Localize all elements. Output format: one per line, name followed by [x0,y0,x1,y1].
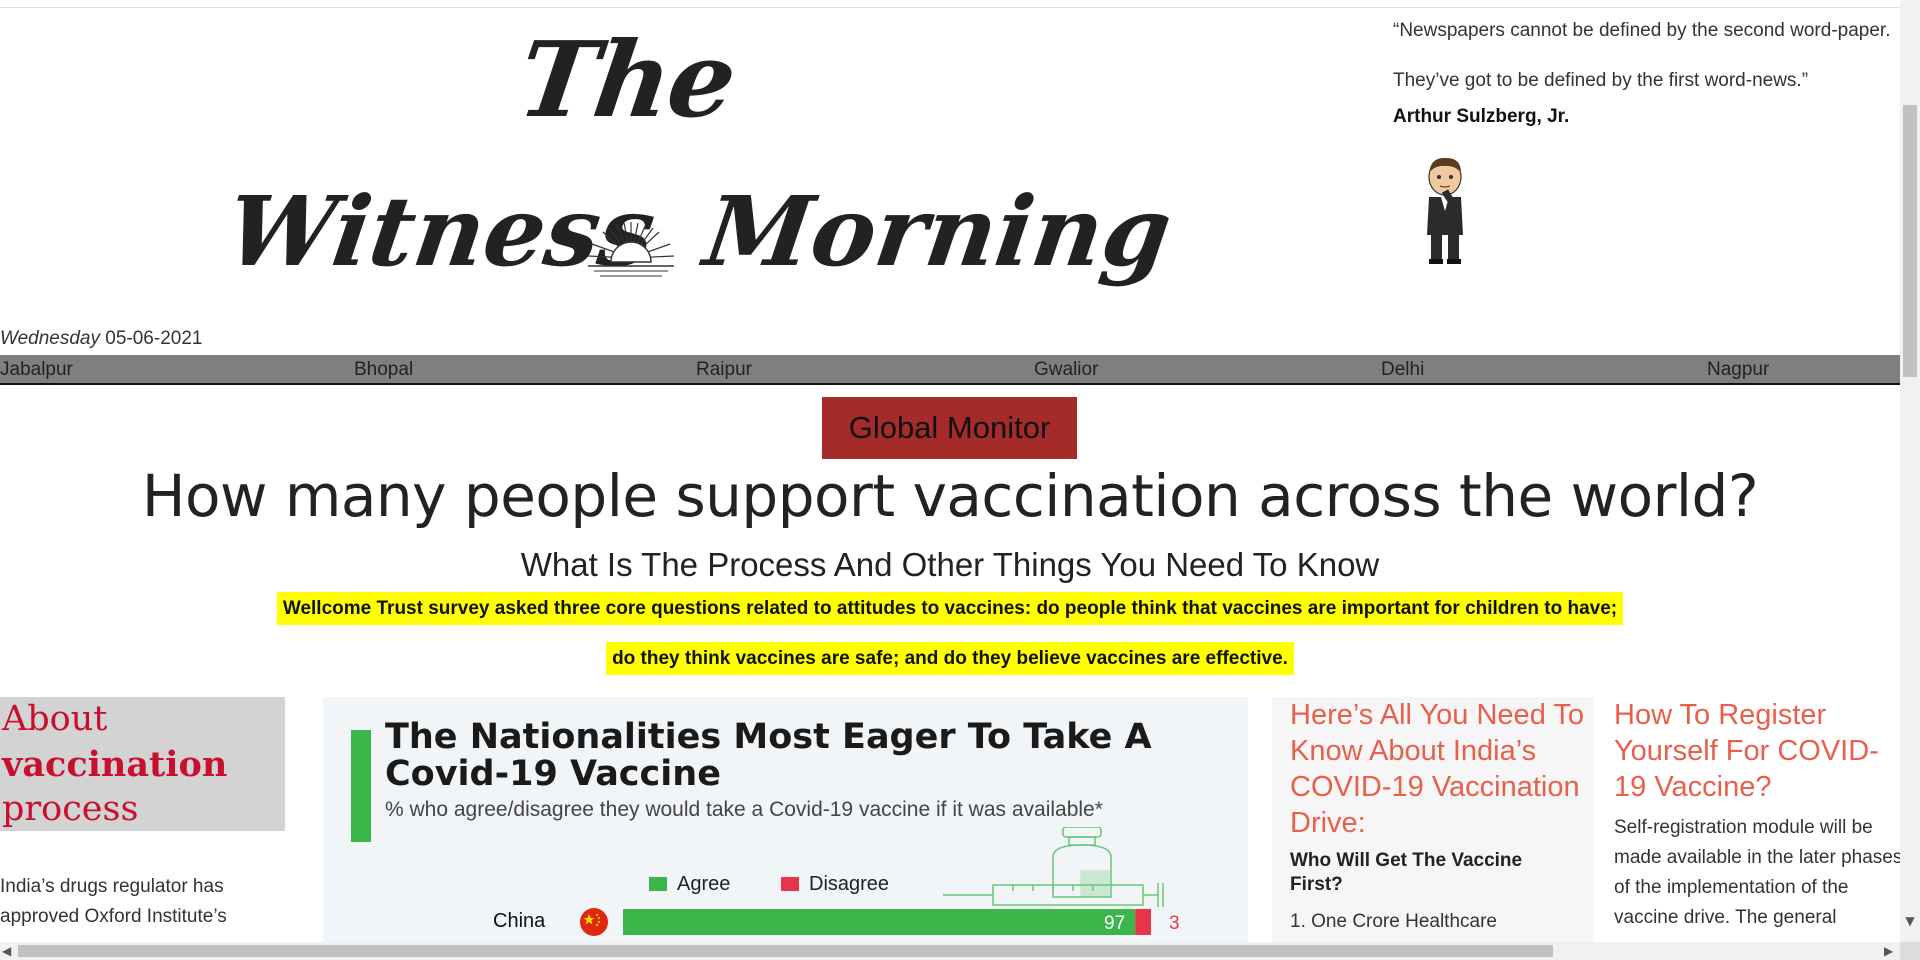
city-link-jabalpur[interactable]: Jabalpur [0,359,73,381]
date-value: 05-06-2021 [105,328,203,349]
register-paragraph: Self-registration module will be made av… [1614,817,1900,928]
bar-disagree-value-label: 3 [1169,913,1180,934]
register-title[interactable]: How To Register Yourself For COVID-19 Va… [1614,697,1900,805]
vaccination-drive-item-1: 1. One Crore Healthcare [1290,911,1497,932]
thinking-man-cartoon [1427,157,1463,264]
legend-agree: Agree [649,873,730,896]
china-flag-icon [580,908,608,936]
dateline: Wednesday 05-06-2021 [0,328,202,350]
about-word-1: About [2,699,108,739]
scroll-right-arrow-icon[interactable]: ▶ [1884,942,1893,960]
chart-bars: 97 3 [623,909,1180,935]
city-link-bhopal[interactable]: Bhopal [354,359,413,381]
legend-disagree-label: Disagree [809,873,890,895]
city-link-nagpur[interactable]: Nagpur [1707,359,1769,381]
infographic-accent-bar [351,730,371,842]
legend-agree-label: Agree [677,873,731,895]
section-badge: Global Monitor [822,397,1077,459]
about-paragraph: India’s drugs regulator has approved Oxf… [0,876,227,927]
rising-sun-icon [587,222,675,277]
bar-category-label: China [493,910,546,932]
vertical-scrollbar[interactable]: ▼ [1900,0,1920,942]
city-nav-bar: Jabalpur Bhopal Raipur Gwalior Delhi Nag… [0,355,1900,385]
scroll-down-arrow-icon[interactable]: ▼ [1900,912,1920,930]
highlight-line-1: Wellcome Trust survey asked three core q… [0,592,1900,625]
infographic-title: The Nationalities Most Eager To Take A C… [385,717,1152,794]
masthead-morning: Morning [698,175,1179,288]
horizontal-scroll-thumb[interactable] [18,945,1553,957]
vaccination-drive-subtitle: Who Will Get The Vaccine First? [1290,850,1523,895]
scroll-left-arrow-icon[interactable]: ◀ [2,942,11,960]
horizontal-scrollbar[interactable]: ◀ ▶ [0,942,1920,960]
infographic-subtitle: % who agree/disagree they would take a C… [385,798,1103,821]
main-headline: How many people support vaccination acro… [141,462,1759,530]
highlight-text-1: Wellcome Trust survey asked three core q… [276,592,1624,625]
scrollbar-corner [1900,942,1920,960]
masthead-the: The [511,18,742,141]
city-link-delhi[interactable]: Delhi [1381,359,1424,381]
highlight-line-2: do they think vaccines are safe; and do … [0,642,1900,675]
legend-disagree-swatch [781,877,799,891]
city-link-raipur[interactable]: Raipur [696,359,752,381]
quote-author: Arthur Sulzberg, Jr. [1393,106,1570,127]
highlight-text-2: do they think vaccines are safe; and do … [606,642,1294,675]
page-viewport: The Witness Morning “Newspapers cannot b… [0,0,1900,942]
infographic: The Nationalities Most Eager To Take A C… [323,697,1248,942]
vaccination-drive-title[interactable]: Here’s All You Need To Know About India’… [1290,697,1590,841]
legend-agree-swatch [649,877,667,891]
date-day: Wednesday [0,328,100,349]
article-card-vaccination-drive: Here’s All You Need To Know About India’… [1272,697,1594,942]
about-word-3: process [2,789,139,829]
article-card-register: How To Register Yourself For COVID-19 Va… [1614,697,1900,942]
about-heading-box: About vaccination process [0,697,285,831]
bar-agree [623,909,1136,935]
vertical-scroll-thumb[interactable] [1903,105,1917,377]
quote-text: “Newspapers cannot be defined by the sec… [1393,20,1891,91]
sub-headline: What Is The Process And Other Things You… [520,546,1380,583]
city-link-gwalior[interactable]: Gwalior [1034,359,1098,381]
about-word-2: vaccination [2,744,228,785]
bar-agree-value-label: 97 [1104,913,1125,934]
legend-disagree: Disagree [781,873,889,896]
bar-disagree [1135,909,1151,935]
